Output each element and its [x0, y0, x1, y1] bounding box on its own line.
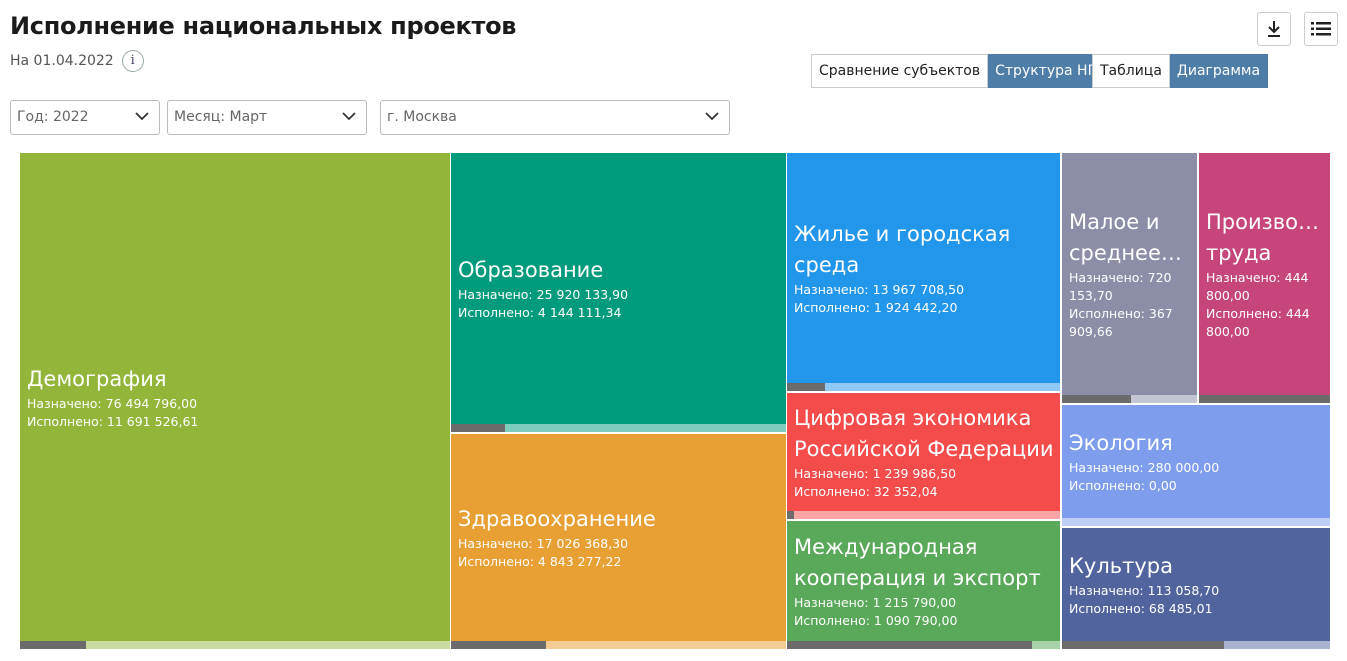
tile-content: Жилье и городская среда Назначено: 13 967…	[794, 219, 1054, 317]
region-select[interactable]: г. Москва	[380, 100, 730, 135]
progress-fill	[20, 641, 86, 649]
tile-executed: Исполнено: 4 843 277,22	[458, 554, 622, 569]
progress-fill	[787, 383, 825, 391]
tile-executed: Исполнено: 32 352,04	[794, 484, 938, 499]
tile-executed: Исполнено: 0,00	[1069, 478, 1177, 493]
treemap-tile[interactable]: Здравоохранение Назначено: 17 026 368,30 И…	[451, 434, 786, 649]
tile-assigned: Назначено: 76 494 796,00	[27, 396, 198, 411]
tile-executed: Исполнено: 444 800,00	[1206, 306, 1310, 339]
tile-title: Экология	[1069, 431, 1173, 455]
region-select-value: г. Москва	[387, 109, 457, 125]
treemap-tile[interactable]: Демография Назначено: 76 494 796,00 Исполн…	[20, 153, 450, 649]
tile-assigned: Назначено: 1 239 986,50	[794, 466, 957, 481]
tile-assigned: Назначено: 25 920 133,90	[458, 287, 629, 302]
tile-executed: Исполнено: 1 090 790,00	[794, 613, 958, 628]
tile-assigned: Назначено: 720 153,70	[1069, 270, 1172, 303]
page-title: Исполнение национальных проектов	[10, 12, 517, 40]
progress-track	[1062, 518, 1330, 526]
progress-fill	[451, 641, 547, 649]
tile-assigned: Назначено: 1 215 790,00	[794, 595, 957, 610]
tile-content: Демография Назначено: 76 494 796,00 Исполн…	[27, 364, 444, 431]
tile-title: Культура	[1069, 554, 1173, 578]
month-select-value: Месяц: Март	[174, 109, 268, 125]
treemap-tile[interactable]: Жилье и городская среда Назначено: 13 967…	[787, 153, 1060, 391]
progress-fill	[1062, 641, 1225, 649]
tile-content: Малое и среднее… Назначено: 720 153,70 Исп…	[1069, 207, 1191, 341]
tile-title: Международная кооперация и экспорт	[794, 535, 1041, 590]
tile-content: Произво… труда Назначено: 444 800,00 Испол…	[1206, 207, 1324, 341]
tile-content: Цифровая экономика Российской Федерации Н…	[794, 403, 1054, 501]
tile-assigned: Назначено: 280 000,00	[1069, 460, 1220, 475]
download-icon	[1268, 21, 1280, 37]
treemap-tile[interactable]: Культура Назначено: 113 058,70 Исполнено: …	[1062, 528, 1330, 649]
tile-content: Экология Назначено: 280 000,00 Исполнено: …	[1069, 428, 1324, 495]
tab-compare-subjects[interactable]: Сравнение субъектов	[811, 54, 989, 88]
progress-track	[1062, 641, 1330, 649]
progress-track	[787, 641, 1060, 649]
tile-assigned: Назначено: 444 800,00	[1206, 270, 1309, 303]
progress-track	[1199, 395, 1330, 403]
report-date: На 01.04.2022	[10, 53, 114, 69]
tile-executed: Исполнено: 68 485,01	[1069, 601, 1213, 616]
progress-fill	[787, 641, 1032, 649]
tile-title: Здравоохранение	[458, 507, 656, 531]
tile-content: Международная кооперация и экспорт Назнач…	[794, 532, 1054, 630]
date-row: На 01.04.2022 i	[10, 50, 144, 72]
tab-diagram[interactable]: Диаграмма	[1169, 54, 1269, 88]
tile-content: Культура Назначено: 113 058,70 Исполнено: …	[1069, 551, 1324, 618]
menu-button[interactable]	[1304, 12, 1338, 46]
progress-track	[20, 641, 450, 649]
chevron-down-icon	[135, 112, 149, 121]
progress-fill	[1062, 395, 1131, 403]
progress-track	[1062, 395, 1197, 403]
tile-assigned: Назначено: 13 967 708,50	[794, 282, 965, 297]
tile-executed: Исполнено: 1 924 442,20	[794, 300, 958, 315]
tile-executed: Исполнено: 4 144 111,34	[458, 305, 622, 320]
year-select-value: Год: 2022	[17, 109, 89, 125]
download-button[interactable]	[1257, 12, 1291, 46]
progress-track	[451, 641, 786, 649]
tile-content: Здравоохранение Назначено: 17 026 368,30 И…	[458, 504, 780, 571]
tab-table[interactable]: Таблица	[1092, 54, 1170, 88]
progress-fill	[1199, 395, 1330, 403]
progress-track	[787, 383, 1060, 391]
treemap-tile[interactable]: Образование Назначено: 25 920 133,90 Испол…	[451, 153, 786, 432]
info-icon[interactable]: i	[121, 50, 144, 72]
year-select[interactable]: Год: 2022	[10, 100, 160, 135]
tile-title: Произво… труда	[1206, 210, 1320, 265]
month-select[interactable]: Месяц: Март	[167, 100, 367, 135]
treemap-tile[interactable]: Цифровая экономика Российской Федерации Н…	[787, 393, 1060, 519]
display-toggle: Таблица Диаграмма	[1092, 54, 1269, 88]
tile-title: Жилье и городская среда	[794, 222, 1011, 277]
chevron-down-icon	[342, 112, 356, 121]
progress-track	[787, 511, 1060, 519]
view-toggle: Сравнение субъектов Структура НП	[811, 54, 1107, 88]
treemap-tile[interactable]: Экология Назначено: 280 000,00 Исполнено: …	[1062, 405, 1330, 526]
tile-title: Демография	[27, 367, 167, 391]
progress-track	[451, 424, 786, 432]
treemap-tile[interactable]: Малое и среднее… Назначено: 720 153,70 Исп…	[1062, 153, 1197, 403]
progress-fill	[451, 424, 505, 432]
tile-title: Цифровая экономика Российской Федерации	[794, 406, 1054, 461]
treemap-tile[interactable]: Международная кооперация и экспорт Назнач…	[787, 521, 1060, 649]
progress-fill	[787, 511, 795, 519]
list-menu-icon	[1311, 22, 1331, 36]
tile-executed: Исполнено: 11 691 526,61	[27, 414, 199, 429]
tile-executed: Исполнено: 367 909,66	[1069, 306, 1173, 339]
tab-structure[interactable]: Структура НП	[988, 54, 1107, 88]
tile-assigned: Назначено: 17 026 368,30	[458, 536, 629, 551]
tile-content: Образование Назначено: 25 920 133,90 Испол…	[458, 255, 780, 322]
tile-title: Образование	[458, 258, 604, 282]
chevron-down-icon	[705, 112, 719, 121]
treemap-tile[interactable]: Произво… труда Назначено: 444 800,00 Испол…	[1199, 153, 1330, 403]
tile-assigned: Назначено: 113 058,70	[1069, 583, 1220, 598]
tile-title: Малое и среднее…	[1069, 210, 1182, 265]
